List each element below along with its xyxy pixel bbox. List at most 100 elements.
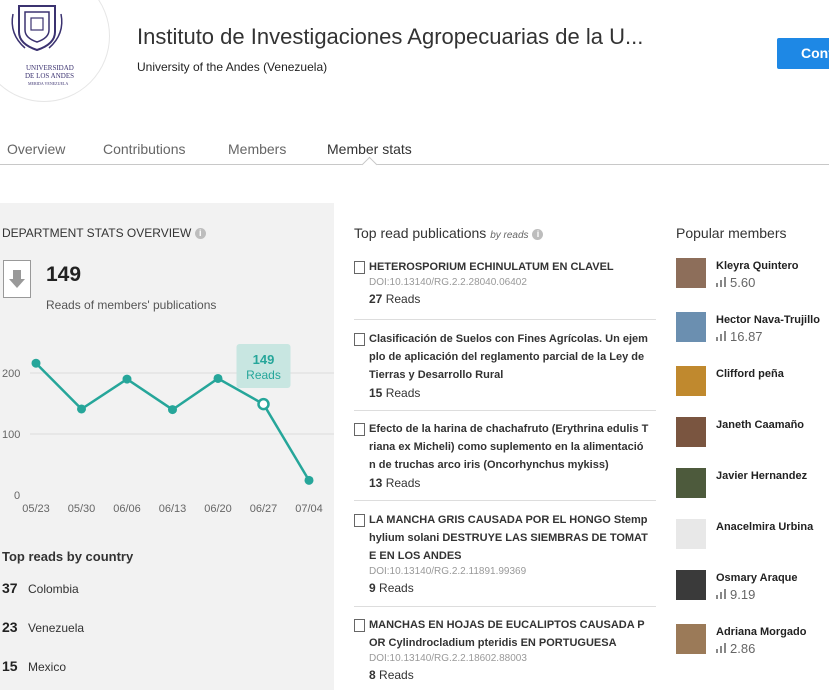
member-score-value: 2.86 — [730, 641, 756, 656]
country-name: Venezuela — [28, 621, 85, 635]
member-item[interactable]: Osmary Araque 9.19 — [676, 570, 829, 606]
document-icon — [354, 261, 365, 274]
publication-title-line[interactable]: MANCHAS EN HOJAS DE EUCALIPTOS CAUSADA P — [369, 616, 656, 634]
reads-count: 8 — [369, 668, 376, 682]
tab-divider — [0, 164, 829, 165]
logo-line-3: MERIDA VENEZUELA — [28, 81, 68, 86]
data-point — [31, 358, 41, 368]
member-avatar[interactable] — [676, 519, 706, 549]
x-tick-label: 06/06 — [113, 503, 141, 515]
stats-bars-icon — [716, 277, 727, 287]
publication-reads: 8 Reads — [369, 666, 656, 684]
member-score-value: 5.60 — [730, 275, 756, 290]
member-avatar[interactable] — [676, 312, 706, 342]
publication-title-line[interactable]: hylium solani DESTRUYE LAS SIEMBRAS DE T… — [369, 529, 656, 547]
country-row: 15 Mexico — [2, 658, 66, 674]
data-point — [122, 374, 132, 384]
member-avatar[interactable] — [676, 366, 706, 396]
publication-doi: DOI:10.13140/RG.2.2.11891.99369 — [369, 566, 527, 577]
publication-title-line[interactable]: plo de aplicación del reglamento parcial… — [369, 348, 656, 366]
reads-count: 13 — [369, 476, 383, 490]
active-tab-caret — [361, 156, 378, 173]
publication-item: Efecto de la harina de chachafruto (Eryt… — [354, 420, 656, 492]
country-heading: Top reads by country — [2, 549, 134, 564]
member-name[interactable]: Anacelmira Urbina — [716, 521, 813, 533]
data-point — [213, 373, 223, 383]
member-item[interactable]: Kleyra Quintero 5.60 — [676, 258, 829, 294]
publications-heading-text: Top read publications — [354, 225, 487, 241]
x-tick-label: 06/13 — [159, 503, 187, 515]
country-count: 15 — [2, 658, 18, 674]
member-score: 2.86 — [716, 641, 755, 656]
institution-title[interactable]: Instituto de Investigaciones Agropecuari… — [137, 24, 643, 50]
member-name[interactable]: Hector Nava-Trujillo — [716, 314, 820, 326]
member-score: 5.60 — [716, 275, 755, 290]
publication-item: LA MANCHA GRIS CAUSADA POR EL HONGO Stem… — [354, 511, 656, 597]
x-tick-label: 05/23 — [22, 503, 50, 515]
tab-member-stats[interactable]: Member stats — [327, 141, 412, 157]
x-tick-label: 07/04 — [295, 503, 323, 515]
data-point — [168, 405, 177, 415]
member-item[interactable]: Janeth Caamaño — [676, 417, 829, 453]
publication-title-line[interactable]: Clasificación de Suelos con Fines Agríco… — [369, 330, 656, 348]
reads-count: 15 — [369, 386, 383, 400]
member-item[interactable]: Anacelmira Urbina — [676, 519, 829, 555]
tooltip-value: 149 — [253, 352, 275, 367]
member-avatar[interactable] — [676, 624, 706, 654]
divider — [354, 606, 656, 607]
member-avatar[interactable] — [676, 468, 706, 498]
country-count: 23 — [2, 619, 18, 635]
tab-members[interactable]: Members — [228, 141, 286, 157]
publication-title-line[interactable]: E EN LOS ANDES — [369, 547, 656, 565]
member-avatar[interactable] — [676, 570, 706, 600]
member-name[interactable]: Javier Hernandez — [716, 470, 807, 482]
member-score-value: 16.87 — [730, 329, 763, 344]
publication-title-line[interactable]: OR Cylindrocladium pteridis EN PORTUGUES… — [369, 634, 656, 652]
member-avatar[interactable] — [676, 258, 706, 288]
university-link[interactable]: University of the Andes (Venezuela) — [137, 60, 327, 74]
member-score: 9.19 — [716, 587, 755, 602]
tab-bar: Overview Contributions Members Member st… — [0, 139, 829, 173]
total-reads-value: 149 — [46, 263, 82, 286]
publication-reads: 27 Reads — [369, 290, 656, 308]
info-icon[interactable]: i — [532, 229, 544, 240]
member-name[interactable]: Adriana Morgado — [716, 626, 806, 638]
publications-heading: Top read publications by reads i — [354, 225, 544, 241]
member-item[interactable]: Clifford peña — [676, 366, 829, 402]
member-item[interactable]: Hector Nava-Trujillo 16.87 — [676, 312, 829, 348]
member-score-value: 9.19 — [730, 587, 756, 602]
tab-contributions[interactable]: Contributions — [103, 141, 186, 157]
stats-bars-icon — [716, 643, 727, 653]
member-name[interactable]: Clifford peña — [716, 368, 784, 380]
member-name[interactable]: Janeth Caamaño — [716, 419, 804, 431]
info-icon[interactable]: i — [194, 228, 206, 239]
publication-title-line[interactable]: HETEROSPORIUM ECHINULATUM EN CLAVEL — [369, 258, 656, 276]
reads-label: Reads — [379, 668, 414, 682]
publication-title-line[interactable]: n de truchas arco iris (Oncorhynchus myk… — [369, 456, 656, 474]
member-name[interactable]: Osmary Araque — [716, 572, 798, 584]
reads-count: 27 — [369, 292, 383, 306]
reads-line-chart: 200 100 005/23 05/30 06/06 06/13 06/20 06/27 07/… — [2, 344, 334, 515]
divider — [354, 500, 656, 501]
tab-overview[interactable]: Overview — [7, 141, 65, 157]
publication-title-line[interactable]: Efecto de la harina de chachafruto (Eryt… — [369, 420, 656, 438]
country-row: 23 Venezuela — [2, 619, 84, 635]
document-icon — [354, 514, 365, 527]
member-avatar[interactable] — [676, 417, 706, 447]
x-tick-label: 05/30 — [68, 503, 96, 515]
logo-line-2: DE LOS ANDES — [25, 72, 74, 80]
publication-reads: 15 Reads — [369, 384, 656, 402]
member-name[interactable]: Kleyra Quintero — [716, 260, 799, 272]
publication-title-line[interactable]: riana ex Micheli) como suplemento en la … — [369, 438, 656, 456]
member-item[interactable]: Javier Hernandez — [676, 468, 829, 504]
y-tick-label: 100 — [2, 429, 20, 441]
follow-button[interactable]: Conf — [777, 38, 829, 69]
data-point-highlight — [257, 397, 270, 411]
member-item[interactable]: Adriana Morgado 2.86 — [676, 624, 829, 660]
logo-line-1: UNIVERSIDAD — [26, 64, 74, 72]
data-point — [304, 475, 314, 485]
stats-bars-icon — [716, 589, 727, 599]
publication-title-line[interactable]: LA MANCHA GRIS CAUSADA POR EL HONGO Stem… — [369, 511, 656, 529]
publication-title-line[interactable]: Tierras y Desarrollo Rural — [369, 366, 656, 384]
download-icon — [3, 260, 31, 298]
